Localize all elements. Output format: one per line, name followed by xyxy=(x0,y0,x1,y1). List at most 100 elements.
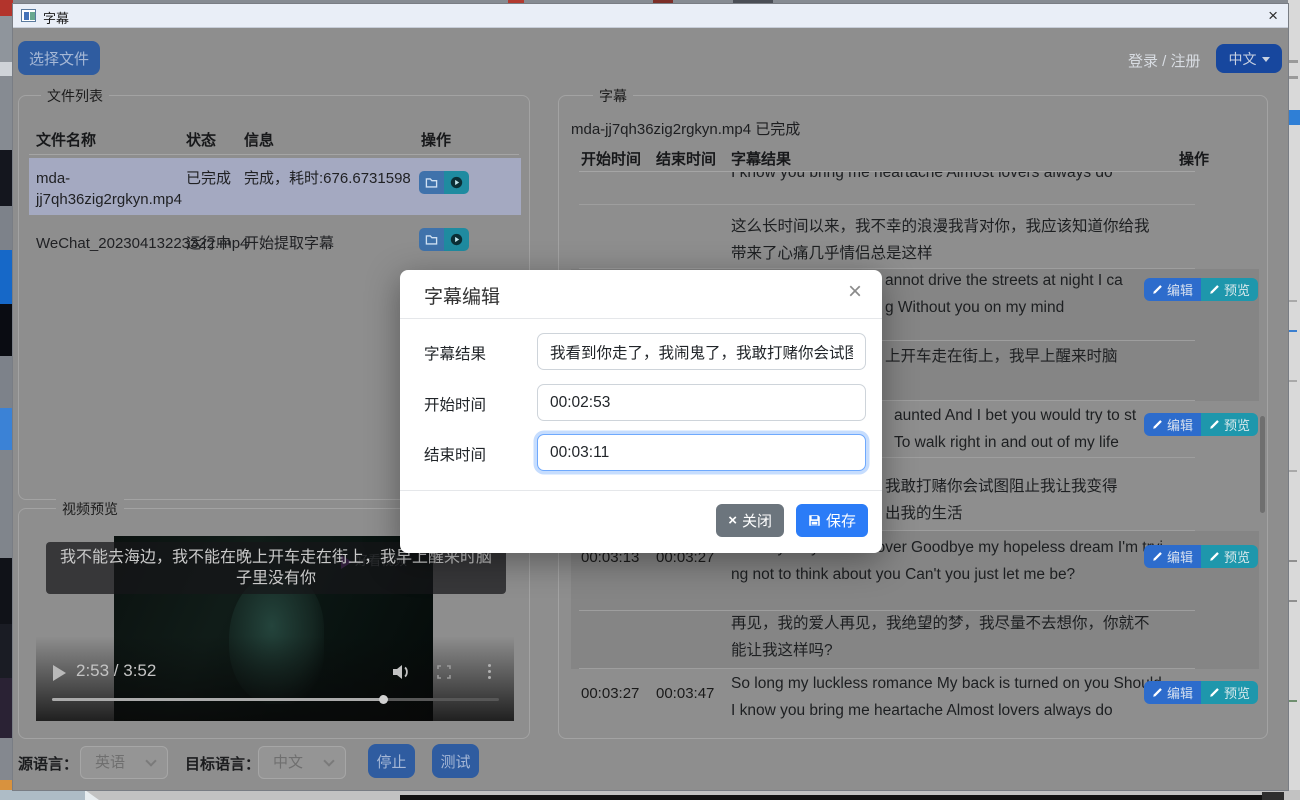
stop-button[interactable]: 停止 xyxy=(368,744,415,778)
source-language-label: 源语言： xyxy=(18,753,78,774)
start-time-field: 开始时间 xyxy=(400,384,882,421)
end-time-label: 结束时间 xyxy=(424,443,486,465)
edit-button[interactable]: 编辑 xyxy=(1144,413,1201,436)
target-language-label: 目标语言： xyxy=(185,753,260,774)
preview-button[interactable]: 预览 xyxy=(1201,681,1258,704)
file-info: 完成，耗时:676.6731598 xyxy=(244,168,412,189)
kebab-menu-icon[interactable] xyxy=(488,664,491,667)
file-name: WeChat_20230413223322.mp4 xyxy=(36,233,184,254)
col-start-time: 开始时间 xyxy=(581,148,641,169)
folder-icon xyxy=(425,177,438,188)
play-circle-icon xyxy=(450,233,463,246)
volume-icon[interactable] xyxy=(391,663,411,681)
col-actions: 操作 xyxy=(421,129,451,150)
subtitle-result-label: 字幕结果 xyxy=(424,342,486,364)
divider xyxy=(400,318,882,319)
edit-button[interactable]: 编辑 xyxy=(1144,278,1201,301)
open-folder-button[interactable] xyxy=(419,228,444,251)
col-file-name: 文件名称 xyxy=(36,129,96,150)
file-name: mda-jj7qh36zig2rgkyn.mp4 xyxy=(36,168,184,210)
subtitle-row: 再见，我的爱人再见，我绝望的梦，我尽量不去想你，你就不能让我这样吗? xyxy=(571,611,1259,669)
modal-title: 字幕编辑 xyxy=(424,282,500,309)
row-actions: 编辑 预览 xyxy=(1144,681,1258,704)
end-time-input[interactable] xyxy=(537,434,866,471)
modal-close-button[interactable]: ×关闭 xyxy=(716,504,784,537)
file-row[interactable]: mda-jj7qh36zig2rgkyn.mp4 已完成 完成，耗时:676.6… xyxy=(29,158,521,215)
subtitle-edit-modal: 字幕编辑 × 字幕结果 开始时间 结束时间 ×关闭 xyxy=(400,270,882,553)
play-circle-icon xyxy=(450,176,463,189)
pencil-icon xyxy=(1209,551,1220,562)
play-icon[interactable] xyxy=(53,665,66,681)
fullscreen-icon[interactable] xyxy=(437,665,451,679)
modal-save-button[interactable]: 保存 xyxy=(796,504,868,537)
subtitles-file-status: mda-jj7qh36zig2rgkyn.mp4 已完成 xyxy=(571,118,800,139)
video-progress-bar[interactable] xyxy=(52,698,499,701)
choose-file-button[interactable]: 选择文件 xyxy=(18,41,100,75)
pencil-icon xyxy=(1152,687,1163,698)
col-status: 状态 xyxy=(186,129,216,150)
desktop-icon-strip-left xyxy=(0,0,13,800)
pencil-icon xyxy=(1152,419,1163,430)
video-progress-knob[interactable] xyxy=(379,695,388,704)
folder-icon xyxy=(425,234,438,245)
end-time-field: 结束时间 xyxy=(400,434,882,471)
start-time-label: 开始时间 xyxy=(424,393,486,415)
row-actions: 编辑 预览 xyxy=(1144,413,1258,436)
modal-close-icon[interactable]: × xyxy=(848,278,862,306)
edit-button[interactable]: 编辑 xyxy=(1144,545,1201,568)
file-status: 运行中 xyxy=(186,233,231,254)
row-actions: 编辑 预览 xyxy=(1144,278,1258,301)
video-preview-legend: 视频预览 xyxy=(56,499,124,519)
save-icon xyxy=(808,514,821,527)
target-language-select[interactable]: 中文 xyxy=(258,746,346,779)
desktop-edge-right xyxy=(1288,0,1300,800)
title-bar: 字幕 × xyxy=(13,4,1288,28)
subtitle-result-field: 字幕结果 xyxy=(400,333,882,370)
row-actions: 编辑 预览 xyxy=(1144,545,1258,568)
video-player[interactable]: 好看视频 我不能去海边，我不能在晚上开车走在街上，我早上醒来时脑子里没有你 2:… xyxy=(36,536,514,721)
video-progress-fill xyxy=(52,698,383,701)
window-title: 字幕 xyxy=(43,8,69,27)
subtitle-result-input[interactable] xyxy=(537,333,866,370)
col-actions: 操作 xyxy=(1179,148,1209,169)
file-list-legend: 文件列表 xyxy=(41,86,109,106)
subtitles-legend: 字幕 xyxy=(593,86,633,106)
app-icon xyxy=(21,9,36,22)
login-register-link[interactable]: 登录 / 注册 xyxy=(1128,50,1201,71)
pencil-icon xyxy=(1152,551,1163,562)
subtitle-row: 00:03:27 00:03:47 So long my luckless ro… xyxy=(571,669,1259,731)
language-label: 中文 xyxy=(1229,51,1257,67)
preview-button[interactable]: 预览 xyxy=(1201,278,1258,301)
source-language-select[interactable]: 英语 xyxy=(80,746,168,779)
scrollbar-thumb[interactable] xyxy=(1260,416,1265,513)
play-file-button[interactable] xyxy=(444,228,469,251)
divider xyxy=(400,490,882,491)
open-folder-button[interactable] xyxy=(419,171,444,194)
test-button[interactable]: 测试 xyxy=(432,744,479,778)
window-close-icon[interactable]: × xyxy=(1268,4,1278,28)
desktop-edge-bottom xyxy=(0,790,1300,800)
video-time: 2:53 / 3:52 xyxy=(76,661,156,681)
subtitle-row: I know you bring me heartache Almost lov… xyxy=(571,171,1259,205)
file-status: 已完成 xyxy=(186,168,231,189)
caret-down-icon xyxy=(1262,57,1270,62)
edit-button[interactable]: 编辑 xyxy=(1144,681,1201,704)
col-info: 信息 xyxy=(244,129,274,150)
subtitle-row: 这么长时间以来，我不幸的浪漫我背对你，我应该知道你给我带来了心痛几乎情侣总是这样 xyxy=(571,221,1259,269)
col-result: 字幕结果 xyxy=(731,148,791,169)
pencil-icon xyxy=(1209,419,1220,430)
x-icon: × xyxy=(728,512,737,529)
screen: 字幕 × 选择文件 登录 / 注册 中文 文件列表 文件名称 状态 信息 操作 … xyxy=(0,0,1300,800)
pencil-icon xyxy=(1209,284,1220,295)
divider xyxy=(29,154,519,155)
file-info: 开始提取字幕 xyxy=(244,233,412,254)
language-dropdown-button[interactable]: 中文 xyxy=(1216,44,1282,73)
pencil-icon xyxy=(1152,284,1163,295)
chevron-down-icon xyxy=(145,755,156,766)
preview-button[interactable]: 预览 xyxy=(1201,545,1258,568)
target-language-value: 中文 xyxy=(273,754,303,771)
col-end-time: 结束时间 xyxy=(656,148,716,169)
play-file-button[interactable] xyxy=(444,171,469,194)
preview-button[interactable]: 预览 xyxy=(1201,413,1258,436)
start-time-input[interactable] xyxy=(537,384,866,421)
